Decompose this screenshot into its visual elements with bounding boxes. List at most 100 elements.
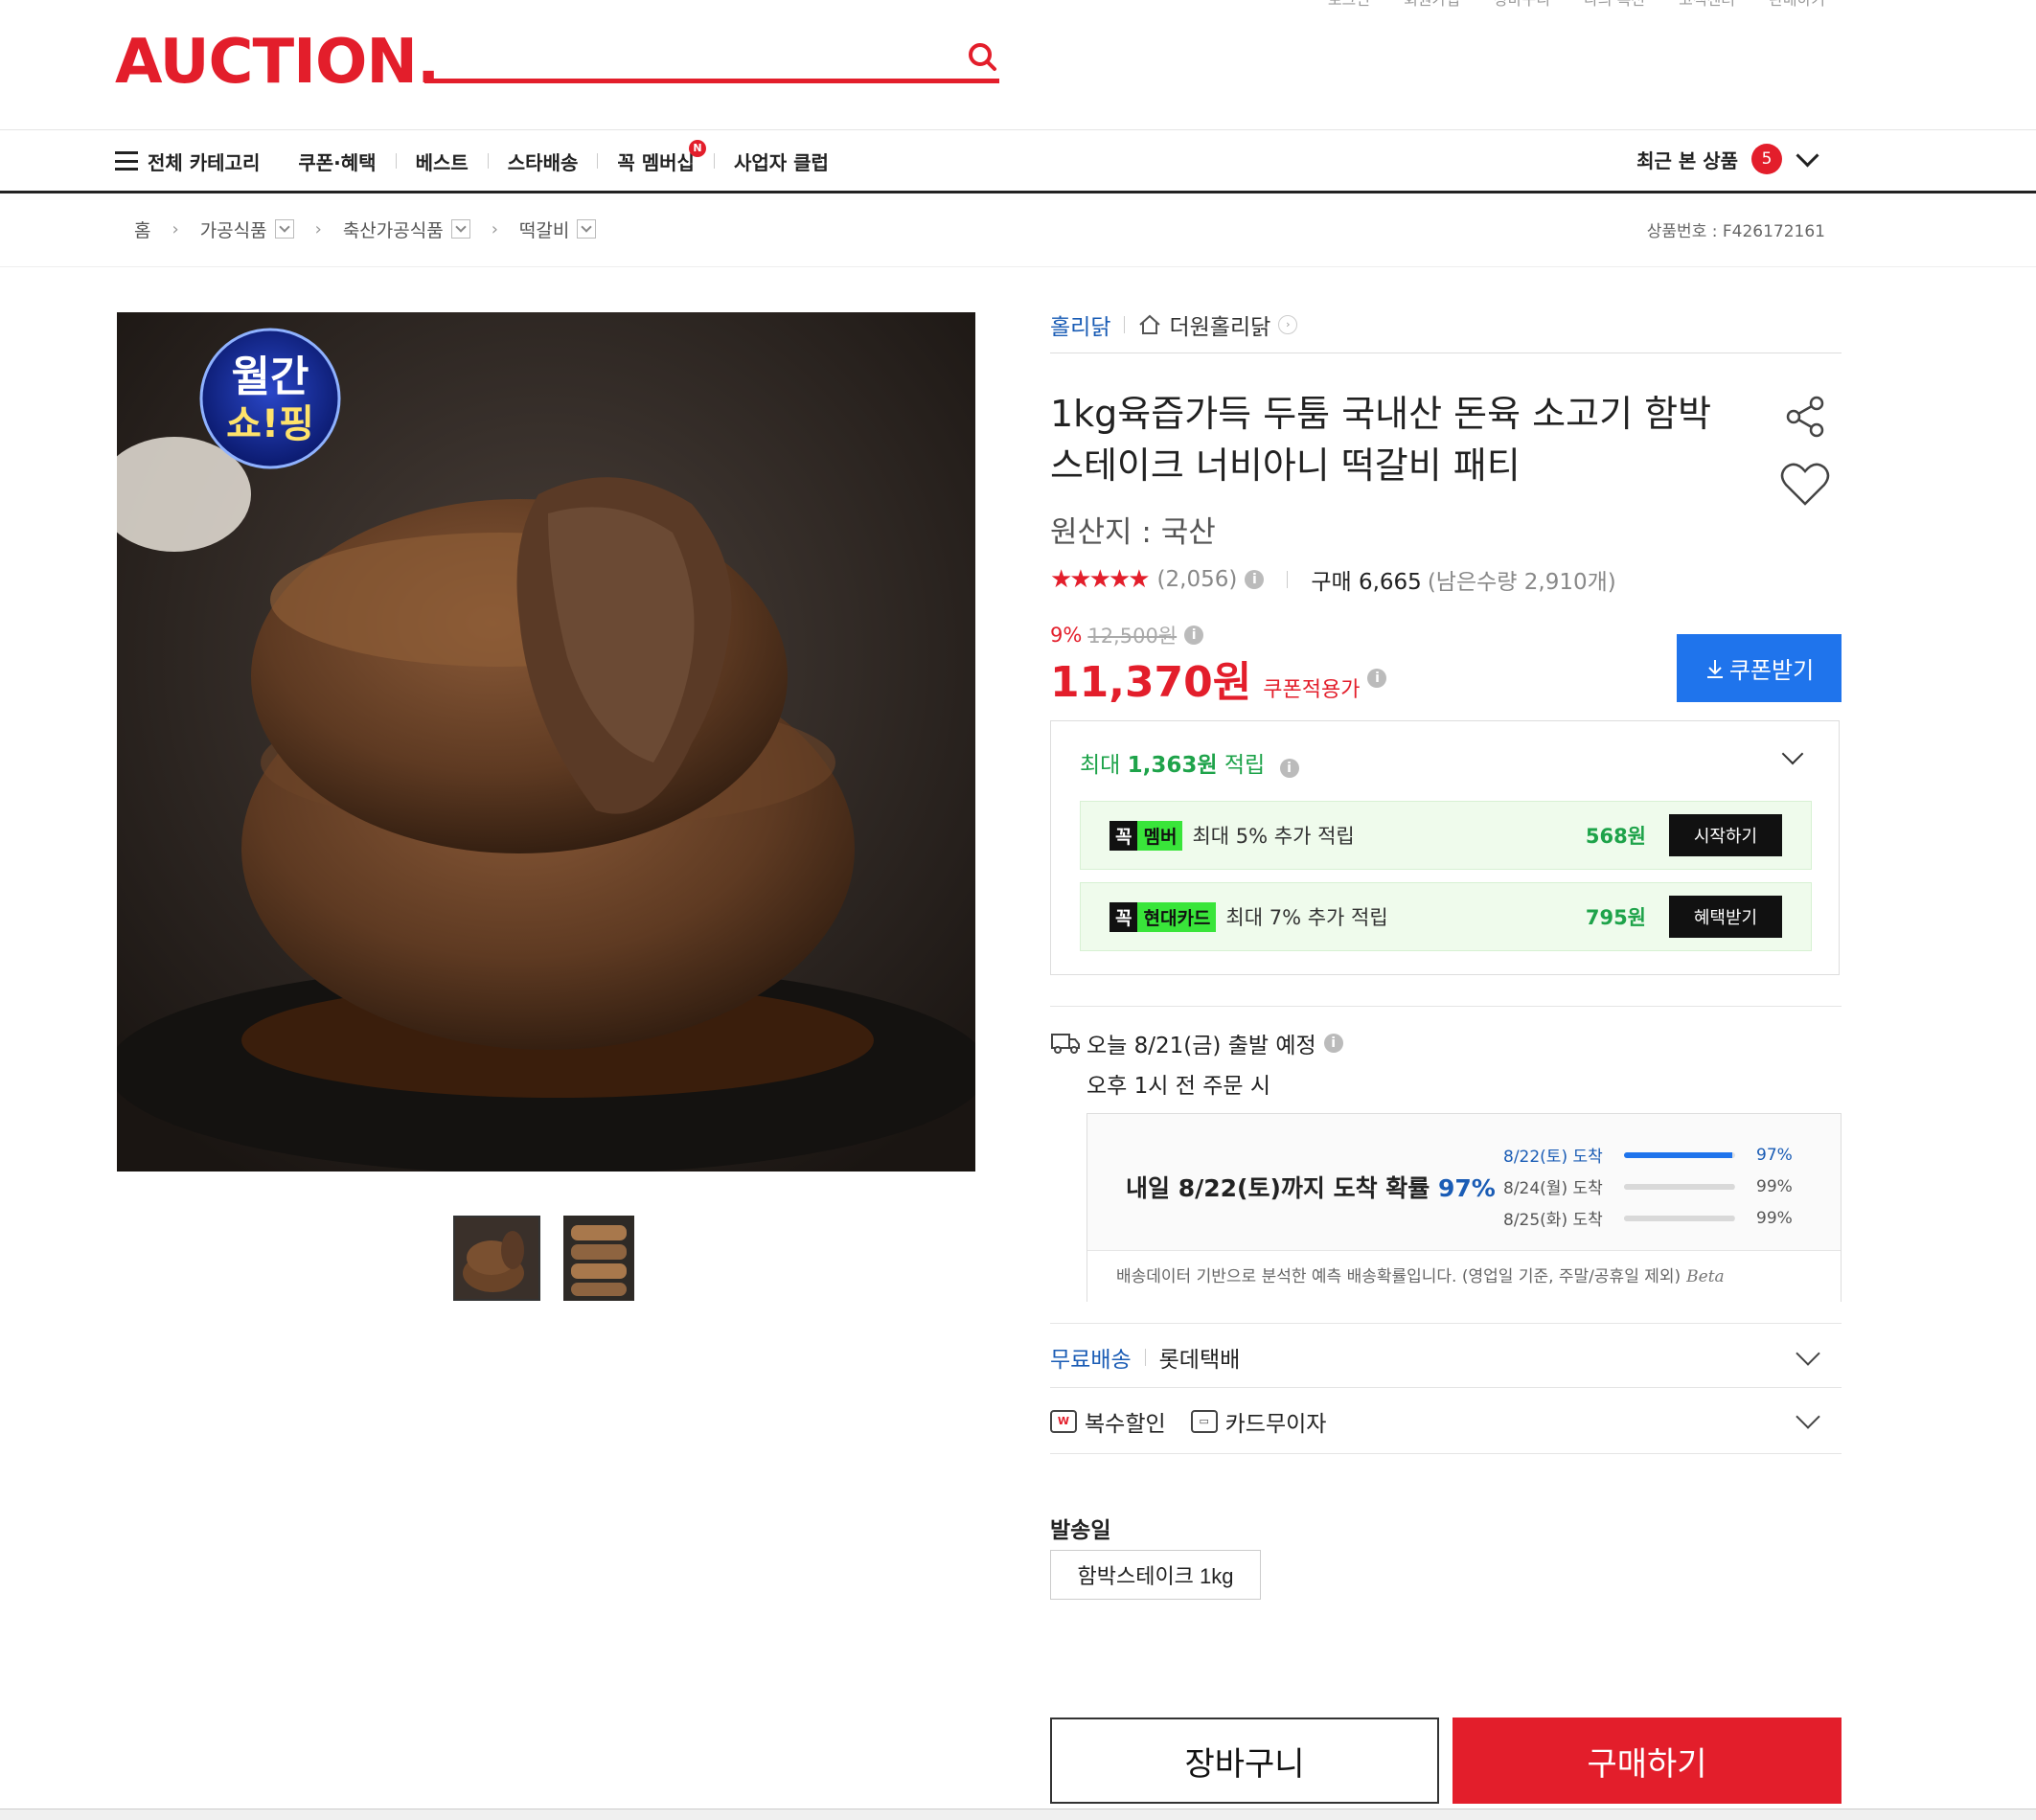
util-link[interactable]: 로그인 <box>1328 0 1370 9</box>
breadcrumb-home[interactable]: 홈 <box>134 216 150 242</box>
dropdown-icon[interactable] <box>274 219 294 239</box>
shipping-departure: 오늘 8/21(금) 출발 예정 i <box>1050 1027 1343 1059</box>
probability-footnote: 배송데이터 기반으로 분석한 예측 배송확률입니다. (영업일 기준, 주말/공… <box>1087 1250 1841 1302</box>
brand-link[interactable]: 홀리닭 <box>1050 308 1110 341</box>
membership-tag: 꼭 멤버 <box>1110 820 1183 851</box>
dropdown-icon[interactable] <box>450 219 470 239</box>
review-count[interactable]: (2,056) <box>1157 567 1238 592</box>
reward-box: 최대 1,363원 적립 i 꼭 멤버 최대 5% 추가 적립 568원 시작하기… <box>1050 720 1840 975</box>
remaining-stock: (남은수량 2,910개) <box>1427 570 1616 595</box>
card-installment-label[interactable]: 카드무이자 <box>1225 1405 1327 1438</box>
hamburger-icon <box>115 151 138 171</box>
truck-icon <box>1051 1034 1080 1054</box>
nav-item-business-club[interactable]: 사업자 클럽 <box>715 148 848 175</box>
bottom-scrollbar[interactable] <box>0 1809 2036 1820</box>
probability-list: 8/22(토) 도착 97% 8/24(월) 도착 99% 8/25(화) 도착… <box>1503 1139 1793 1234</box>
info-icon[interactable]: i <box>1279 759 1299 778</box>
chevron-down-icon[interactable] <box>1781 742 1804 765</box>
divider <box>1050 1387 1842 1388</box>
home-icon <box>1139 314 1161 334</box>
util-link[interactable]: 장바구니 <box>1494 0 1550 9</box>
reward-prefix: 최대 <box>1080 753 1128 778</box>
probability-bar-fill <box>1624 1215 1734 1221</box>
delivery-method-row: 무료배송 롯데택배 <box>1050 1341 1240 1374</box>
product-main-image[interactable]: 월간 쇼!핑 <box>117 312 975 1172</box>
probability-value: 97% <box>1756 1145 1793 1165</box>
reward-amount: 1,363원 <box>1127 753 1218 778</box>
add-to-cart-button[interactable]: 장바구니 <box>1050 1718 1439 1804</box>
util-link[interactable]: 판매하기 <box>1769 0 1825 9</box>
nav-label: 꼭 멤버십 <box>617 150 695 174</box>
card-tag: 꼭 현대카드 <box>1110 901 1217 932</box>
info-icon[interactable]: i <box>1323 1034 1343 1053</box>
reward-suffix: 적립 <box>1217 753 1266 778</box>
chevron-down-icon[interactable] <box>1796 1404 1820 1429</box>
option-select-button[interactable]: 함박스테이크 1kg <box>1050 1550 1261 1600</box>
all-categories-label: 전체 카테고리 <box>148 150 261 174</box>
divider <box>1050 1006 1842 1007</box>
breadcrumb-item[interactable]: 축산가공식품 <box>343 216 470 242</box>
util-link[interactable]: 나의 옥션 <box>1584 0 1645 9</box>
multi-discount-label[interactable]: 복수할인 <box>1085 1405 1166 1438</box>
discount-row: 9% 12,500원 i <box>1050 621 1204 649</box>
origin-info: 원산지 : 국산 <box>1050 515 1216 550</box>
coupon-download-label: 쿠폰받기 <box>1728 658 1815 684</box>
reward-row-amount: 795원 <box>1585 906 1646 929</box>
info-icon[interactable]: i <box>1184 626 1204 645</box>
probability-value: 99% <box>1756 1176 1793 1196</box>
heart-icon[interactable] <box>1780 462 1830 508</box>
free-shipping-link[interactable]: 무료배송 <box>1050 1341 1132 1374</box>
breadcrumb-item[interactable]: 떡갈비 <box>519 216 597 242</box>
chevron-right-icon: › <box>1278 315 1298 334</box>
star-rating: ★★★★★ <box>1050 565 1151 594</box>
util-link[interactable]: 고객센터 <box>1679 0 1735 9</box>
nav-item-star-delivery[interactable]: 스타배송 <box>489 148 598 175</box>
nav-top-border <box>0 129 2036 130</box>
all-categories-button[interactable]: 전체 카테고리 <box>115 148 279 175</box>
breadcrumb-item[interactable]: 가공식품 <box>200 216 294 242</box>
footnote-text: 배송데이터 기반으로 분석한 예측 배송확률입니다. (영업일 기준, 주말/공… <box>1116 1267 1681 1286</box>
nav-item-coupon[interactable]: 쿠폰·혜택 <box>279 148 395 175</box>
chevron-right-icon: › <box>172 218 179 239</box>
share-icon[interactable] <box>1784 395 1828 439</box>
util-link[interactable]: 회원가입 <box>1404 0 1460 9</box>
start-membership-button[interactable]: 시작하기 <box>1669 814 1782 856</box>
info-icon[interactable]: i <box>1367 669 1387 688</box>
discount-percent: 9% <box>1050 624 1083 647</box>
buy-now-button[interactable]: 구매하기 <box>1453 1718 1842 1804</box>
divider <box>1144 1349 1146 1366</box>
breadcrumb-label: 가공식품 <box>199 219 267 241</box>
reward-text: 최대 5% 추가 적립 <box>1192 825 1355 848</box>
util-links: 로그인 회원가입 장바구니 나의 옥션 고객센터 판매하기 <box>1299 0 1825 10</box>
coupon-download-button[interactable]: 쿠폰받기 <box>1677 634 1842 702</box>
thumbnail-2[interactable] <box>563 1216 651 1301</box>
dropdown-icon[interactable] <box>577 219 597 239</box>
thumbnail-1[interactable] <box>453 1216 540 1301</box>
product-number: 상품번호 : F426172161 <box>1646 222 1825 241</box>
sale-price: 11,370원 <box>1050 658 1252 707</box>
reward-summary: 최대 1,363원 적립 i <box>1080 746 1299 779</box>
probability-text: 내일 8/22(토)까지 도착 확률 <box>1126 1174 1438 1202</box>
info-icon[interactable]: i <box>1245 570 1265 589</box>
shop-link[interactable]: 더원홀리닭 › <box>1138 308 1298 341</box>
divider <box>0 266 2036 267</box>
search-input[interactable] <box>424 33 965 77</box>
probability-value: 99% <box>1756 1208 1793 1228</box>
auction-logo[interactable]: AUCTION. <box>115 29 440 96</box>
nav-label: 베스트 <box>415 150 469 174</box>
divider <box>1050 1323 1842 1324</box>
breadcrumb: 홈 › 가공식품 › 축산가공식품 › 떡갈비 <box>134 213 597 245</box>
original-price: 12,500원 <box>1087 625 1178 648</box>
multi-discount-icon: W <box>1050 1410 1077 1433</box>
recent-products-toggle[interactable]: 최근 본 상품 5 <box>1636 143 1819 174</box>
beta-label: Beta <box>1686 1267 1725 1286</box>
divider <box>1050 1453 1842 1454</box>
nav-item-membership[interactable]: 꼭 멤버십 N <box>598 139 714 175</box>
search-icon[interactable] <box>964 38 1002 77</box>
nav-item-best[interactable]: 베스트 <box>397 148 488 175</box>
chevron-down-icon[interactable] <box>1796 1341 1820 1366</box>
probability-bar-fill <box>1624 1183 1734 1190</box>
chevron-down-icon <box>1796 143 1819 168</box>
get-benefit-button[interactable]: 혜택받기 <box>1669 896 1782 938</box>
option-label: 발송일 <box>1050 1518 1111 1543</box>
